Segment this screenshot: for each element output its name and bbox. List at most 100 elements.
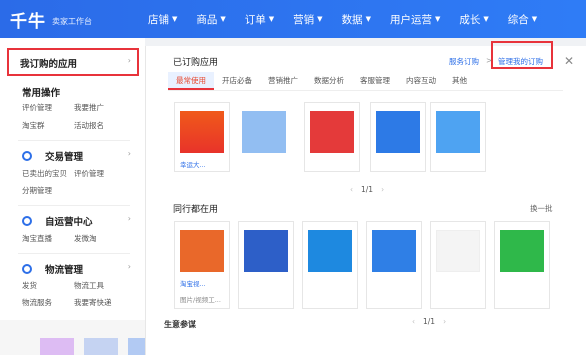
- nav-item-growth[interactable]: 成长 ▼: [459, 12, 488, 27]
- app-category: 图片/视频工...: [180, 296, 221, 304]
- peer-app-card[interactable]: [302, 221, 358, 309]
- sidebar-link[interactable]: 淘宝群: [22, 120, 45, 131]
- app-card[interactable]: [236, 102, 292, 172]
- app-thumb: [372, 230, 416, 272]
- chevron-down-icon: ▼: [365, 15, 371, 23]
- sidebar-link[interactable]: 物流服务: [22, 297, 52, 308]
- nav-item-data[interactable]: 数据 ▼: [342, 12, 371, 27]
- tab-customer-service[interactable]: 客服管理: [352, 72, 398, 90]
- peer-app-card[interactable]: [366, 221, 422, 309]
- sidebar-link[interactable]: 分期管理: [22, 185, 52, 196]
- sidebar-link[interactable]: 评价管理: [74, 168, 104, 179]
- app-logo[interactable]: 千牛: [10, 7, 46, 32]
- app-label: 幸运大...: [180, 161, 206, 169]
- nav-item-general[interactable]: 综合 ▼: [508, 12, 537, 27]
- nav-item-marketing[interactable]: 营销 ▼: [293, 12, 322, 27]
- tab-content[interactable]: 内容互动: [398, 72, 444, 90]
- sidebar-link[interactable]: 发微淘: [74, 233, 97, 244]
- pager: ‹ 1/1 ›: [342, 185, 392, 194]
- sidebar-link[interactable]: 我要寄快递: [74, 297, 112, 308]
- app-thumb: [310, 111, 354, 153]
- swap-batch-link[interactable]: 换一批: [530, 203, 553, 214]
- chevron-right-icon[interactable]: ›: [443, 317, 446, 326]
- nav-item-user-ops[interactable]: 用户运营 ▼: [390, 12, 440, 27]
- peer-app-card[interactable]: [430, 221, 486, 309]
- manage-orders-link[interactable]: 管理我的订购: [498, 56, 543, 67]
- sidebar-link[interactable]: 已卖出的宝贝: [22, 168, 67, 179]
- truck-icon: [22, 264, 32, 274]
- app-label: 淘宝视...: [180, 280, 206, 288]
- panel-title: 已订购应用: [173, 58, 219, 68]
- app-card[interactable]: [304, 102, 360, 172]
- sidebar-link[interactable]: 评价管理: [22, 102, 52, 113]
- chevron-right-icon: ›: [127, 262, 131, 271]
- peer-app-card[interactable]: 淘宝视... 图片/视频工...: [174, 221, 230, 309]
- divider: [18, 253, 130, 254]
- section-logistics[interactable]: 物流管理: [22, 262, 83, 276]
- page-indicator: 1/1: [361, 185, 374, 194]
- app-thumb: [376, 111, 420, 153]
- service-order-link[interactable]: 服务订购: [449, 56, 479, 67]
- app-thumb: [308, 230, 352, 272]
- chevron-down-icon: ▼: [220, 15, 226, 23]
- chevron-right-icon: ›: [127, 214, 131, 223]
- app-thumb: [84, 338, 118, 355]
- divider: [18, 205, 130, 206]
- app-thumb: [436, 230, 480, 272]
- sidebar-item-my-apps[interactable]: 我订购的应用: [20, 56, 77, 70]
- self-ops-icon: [22, 216, 32, 226]
- chevron-right-icon: ›: [127, 56, 131, 65]
- page-indicator: 1/1: [423, 317, 436, 326]
- nav-item-orders[interactable]: 订单 ▼: [245, 12, 274, 27]
- chevron-down-icon: ▼: [317, 15, 323, 23]
- chevron-left-icon[interactable]: ‹: [412, 317, 415, 326]
- nav-item-store[interactable]: 店铺 ▼: [148, 12, 177, 27]
- sidebar-link[interactable]: 活动报名: [74, 120, 104, 131]
- chevron-down-icon: ▼: [531, 15, 538, 23]
- tab-store-essentials[interactable]: 开店必备: [214, 72, 260, 90]
- app-thumb: [180, 230, 224, 272]
- peer-app-card[interactable]: [494, 221, 550, 309]
- app-card[interactable]: 幸运大...: [174, 102, 230, 172]
- app-subtitle: 卖家工作台: [52, 16, 92, 26]
- chevron-down-icon: ▼: [434, 15, 441, 23]
- sidebar-link[interactable]: 淘宝直播: [22, 233, 52, 244]
- sidebar: 我订购的应用 › 常用操作 评价管理 我要推广 淘宝群 活动报名 交易管理 › …: [0, 38, 145, 355]
- chevron-right-icon[interactable]: ›: [381, 185, 384, 194]
- peer-app-card[interactable]: [238, 221, 294, 309]
- section-title: 同行都在用: [173, 205, 219, 215]
- tab-most-used[interactable]: 最常使用: [168, 72, 214, 90]
- app-thumb: [500, 230, 544, 272]
- sidebar-link[interactable]: 物流工具: [74, 280, 104, 291]
- main-nav: 店铺 ▼ 商品 ▼ 订单 ▼ 营销 ▼ 数据 ▼ 用户运营 ▼ 成长 ▼ 综合 ▼: [148, 0, 556, 38]
- app-thumb: [180, 111, 224, 153]
- chevron-down-icon: ▼: [483, 15, 489, 23]
- tab-other[interactable]: 其他: [444, 72, 475, 90]
- section-self-ops[interactable]: 自运营中心: [22, 214, 93, 228]
- tab-marketing[interactable]: 营销推广: [260, 72, 306, 90]
- app-thumb: [436, 111, 480, 153]
- trade-icon: [22, 151, 32, 161]
- top-bar: 千牛 卖家工作台 店铺 ▼ 商品 ▼ 订单 ▼ 营销 ▼ 数据 ▼ 用户运营 ▼ 成长 ▼ 综…: [0, 0, 586, 38]
- subscribed-apps-panel: 已订购应用 服务订购 > 管理我的订购 ✕ 最常使用 开店必备 营销推广 数据分…: [145, 41, 586, 355]
- close-icon[interactable]: ✕: [564, 54, 574, 68]
- tab-data-analysis[interactable]: 数据分析: [306, 72, 352, 90]
- sidebar-link[interactable]: 发货: [22, 280, 37, 291]
- chevron-down-icon: ▼: [268, 15, 275, 23]
- section-common-ops: 常用操作: [22, 88, 61, 99]
- app-thumb: [242, 111, 286, 153]
- app-thumb: [244, 230, 288, 272]
- app-card[interactable]: [370, 102, 426, 172]
- category-tabs: 最常使用 开店必备 营销推广 数据分析 客服管理 内容互动 其他: [168, 72, 475, 90]
- sidebar-link[interactable]: 我要推广: [74, 102, 104, 113]
- chevron-right-icon: ›: [127, 149, 131, 158]
- app-thumb: [40, 338, 74, 355]
- app-card[interactable]: [430, 102, 486, 172]
- divider: [168, 90, 563, 91]
- chevron-left-icon[interactable]: ‹: [350, 185, 353, 194]
- divider: [18, 140, 130, 141]
- pager: ‹ 1/1 ›: [404, 317, 454, 326]
- section-trade[interactable]: 交易管理: [22, 149, 83, 163]
- nav-item-goods[interactable]: 商品 ▼: [196, 12, 225, 27]
- chevron-down-icon: ▼: [172, 15, 178, 23]
